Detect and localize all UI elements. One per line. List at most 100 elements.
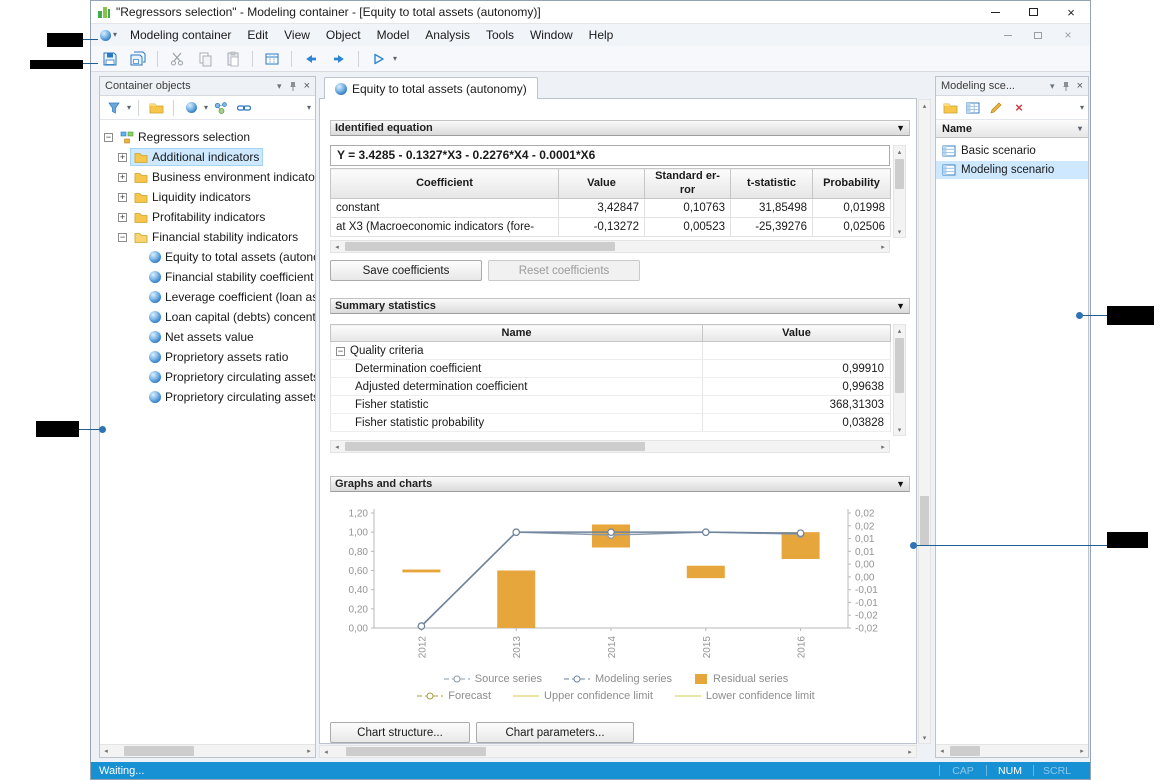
forward-button[interactable] — [326, 48, 352, 70]
tree-item-proprietory-circulating-assets-2[interactable]: Proprietory circulating assets — [100, 387, 315, 407]
chevron-down-icon[interactable]: ▾ — [1078, 125, 1082, 133]
scroll-up-arrow[interactable]: ▴ — [894, 325, 905, 336]
column-header-probability[interactable]: Probability — [813, 169, 891, 199]
menu-view[interactable]: View — [276, 24, 318, 46]
tree-item-profitability-indicators[interactable]: + Profitability indicators — [100, 207, 315, 227]
menu-window[interactable]: Window — [522, 24, 581, 46]
chart-structure-button[interactable]: Chart structure... — [330, 722, 470, 743]
section-header-graphs-and-charts[interactable]: Graphs and charts ▼ — [330, 476, 910, 492]
expand-icon[interactable]: + — [118, 193, 127, 202]
horizontal-scrollbar[interactable]: ◂ ▸ — [100, 744, 315, 757]
table-row[interactable]: Determination coefficient 0,99910 — [331, 360, 891, 378]
mdi-close-button[interactable]: × — [1060, 27, 1076, 43]
new-scenario-button[interactable] — [963, 98, 983, 118]
tab-equity-to-total-assets[interactable]: Equity to total assets (autonomy) — [324, 77, 538, 99]
close-button[interactable]: × — [1052, 1, 1090, 23]
section-collapse-icon[interactable]: ▼ — [896, 301, 905, 311]
filter-dropdown[interactable]: ▾ — [127, 104, 131, 112]
column-header-value[interactable]: Value — [703, 325, 891, 342]
run-dropdown[interactable]: ▾ — [393, 55, 397, 63]
menu-modeling-container[interactable]: Modeling container — [122, 24, 239, 46]
scrollbar-thumb[interactable] — [920, 496, 929, 546]
tree-item-business-environment-indicators[interactable]: + Business environment indicators — [100, 167, 315, 187]
toolbar-overflow-dropdown[interactable]: ▾ — [307, 104, 311, 112]
horizontal-scrollbar[interactable]: ◂ ▸ — [319, 745, 917, 758]
menu-edit[interactable]: Edit — [239, 24, 276, 46]
legend-lower-confidence-limit[interactable]: Lower confidence limit — [675, 690, 815, 702]
panel-menu-button[interactable]: ▾ — [277, 81, 282, 92]
maximize-button[interactable] — [1014, 1, 1052, 23]
scrollbar-thumb[interactable] — [345, 442, 645, 451]
network-button[interactable] — [211, 98, 231, 118]
legend-modeling-series[interactable]: Modeling series — [564, 673, 672, 685]
scroll-right-arrow[interactable]: ▸ — [877, 441, 889, 452]
tree-item-equity-to-total-assets[interactable]: Equity to total assets (autono — [100, 247, 315, 267]
scroll-left-arrow[interactable]: ◂ — [331, 441, 343, 452]
tree-item-liquidity-indicators[interactable]: + Liquidity indicators — [100, 187, 315, 207]
scrollbar-thumb[interactable] — [895, 159, 904, 189]
tree-item-leverage-coefficient[interactable]: Leverage coefficient (loan ass — [100, 287, 315, 307]
toolbar-overflow-dropdown[interactable]: ▾ — [1080, 104, 1084, 112]
scroll-left-arrow[interactable]: ◂ — [331, 241, 343, 252]
container-menu-icon-button[interactable]: ▾ — [95, 30, 122, 41]
legend-residual-series[interactable]: Residual series — [694, 673, 788, 685]
scrollbar-thumb[interactable] — [950, 746, 980, 756]
back-button[interactable] — [298, 48, 324, 70]
scroll-up-arrow[interactable]: ▴ — [919, 100, 930, 111]
expand-icon[interactable]: + — [118, 213, 127, 222]
vertical-scrollbar[interactable]: ▴ ▾ — [918, 99, 931, 744]
section-header-identified-equation[interactable]: Identified equation ▼ — [330, 120, 910, 136]
legend-upper-confidence-limit[interactable]: Upper confidence limit — [513, 690, 653, 702]
column-header-coefficient[interactable]: Coefficient — [331, 169, 559, 199]
copy-button[interactable] — [192, 48, 218, 70]
menu-tools[interactable]: Tools — [478, 24, 522, 46]
scroll-down-arrow[interactable]: ▾ — [894, 226, 905, 237]
new-model-dropdown[interactable]: ▾ — [204, 104, 208, 112]
horizontal-scrollbar[interactable]: ◂ ▸ — [936, 744, 1088, 757]
scroll-left-arrow[interactable]: ◂ — [100, 745, 112, 757]
section-collapse-icon[interactable]: ▼ — [896, 479, 905, 489]
column-header-t-statistic[interactable]: t-statistic — [731, 169, 813, 199]
tree-item-regressors-selection[interactable]: − Regressors selection — [100, 127, 315, 147]
panel-close-button[interactable]: × — [1077, 81, 1083, 92]
link-button[interactable] — [234, 98, 254, 118]
scroll-left-arrow[interactable]: ◂ — [320, 746, 332, 757]
table-row[interactable]: at X3 (Macroeconomic indicators (fore- -… — [331, 218, 891, 237]
panel-menu-button[interactable]: ▾ — [1050, 81, 1055, 92]
scroll-right-arrow[interactable]: ▸ — [877, 241, 889, 252]
collapse-icon[interactable]: − — [104, 133, 113, 142]
collapse-icon[interactable]: − — [118, 233, 127, 242]
tree-item-financial-stability-coefficient[interactable]: Financial stability coefficient — [100, 267, 315, 287]
column-header-standard-error[interactable]: Standard er- ror — [645, 169, 731, 199]
expand-icon[interactable]: + — [118, 173, 127, 182]
new-model-button[interactable] — [181, 98, 201, 118]
properties-grid-button[interactable] — [259, 48, 285, 70]
pin-icon[interactable] — [1061, 81, 1071, 92]
scrollbar-thumb[interactable] — [346, 747, 486, 756]
menu-analysis[interactable]: Analysis — [417, 24, 478, 46]
scroll-down-arrow[interactable]: ▾ — [894, 424, 905, 435]
cut-button[interactable] — [164, 48, 190, 70]
column-header-name[interactable]: Name ▾ — [936, 120, 1088, 138]
vertical-scrollbar[interactable]: ▴ ▾ — [893, 324, 906, 436]
table-row[interactable]: constant 3,42847 0,10763 31,85498 0,0199… — [331, 199, 891, 218]
list-item-basic-scenario[interactable]: Basic scenario — [936, 142, 1088, 160]
scroll-up-arrow[interactable]: ▴ — [894, 146, 905, 157]
new-folder-button[interactable] — [146, 98, 166, 118]
run-button[interactable] — [365, 48, 391, 70]
list-item-modeling-scenario[interactable]: Modeling scenario — [936, 161, 1088, 179]
menu-help[interactable]: Help — [581, 24, 622, 46]
filter-button[interactable] — [104, 98, 124, 118]
panel-close-button[interactable]: × — [304, 81, 310, 92]
scroll-right-arrow[interactable]: ▸ — [904, 746, 916, 757]
menu-model[interactable]: Model — [369, 24, 418, 46]
section-header-summary-statistics[interactable]: Summary statistics ▼ — [330, 298, 910, 314]
edit-scenario-button[interactable] — [986, 98, 1006, 118]
scrollbar-thumb[interactable] — [345, 242, 615, 251]
chart-parameters-button[interactable]: Chart parameters... — [476, 722, 634, 743]
pin-icon[interactable] — [288, 81, 298, 92]
table-row[interactable]: Adjusted determination coefficient 0,996… — [331, 378, 891, 396]
save-button[interactable] — [97, 48, 123, 70]
vertical-scrollbar[interactable]: ▴ ▾ — [893, 145, 906, 238]
tree-item-financial-stability-indicators[interactable]: − Financial stability indicators — [100, 227, 315, 247]
